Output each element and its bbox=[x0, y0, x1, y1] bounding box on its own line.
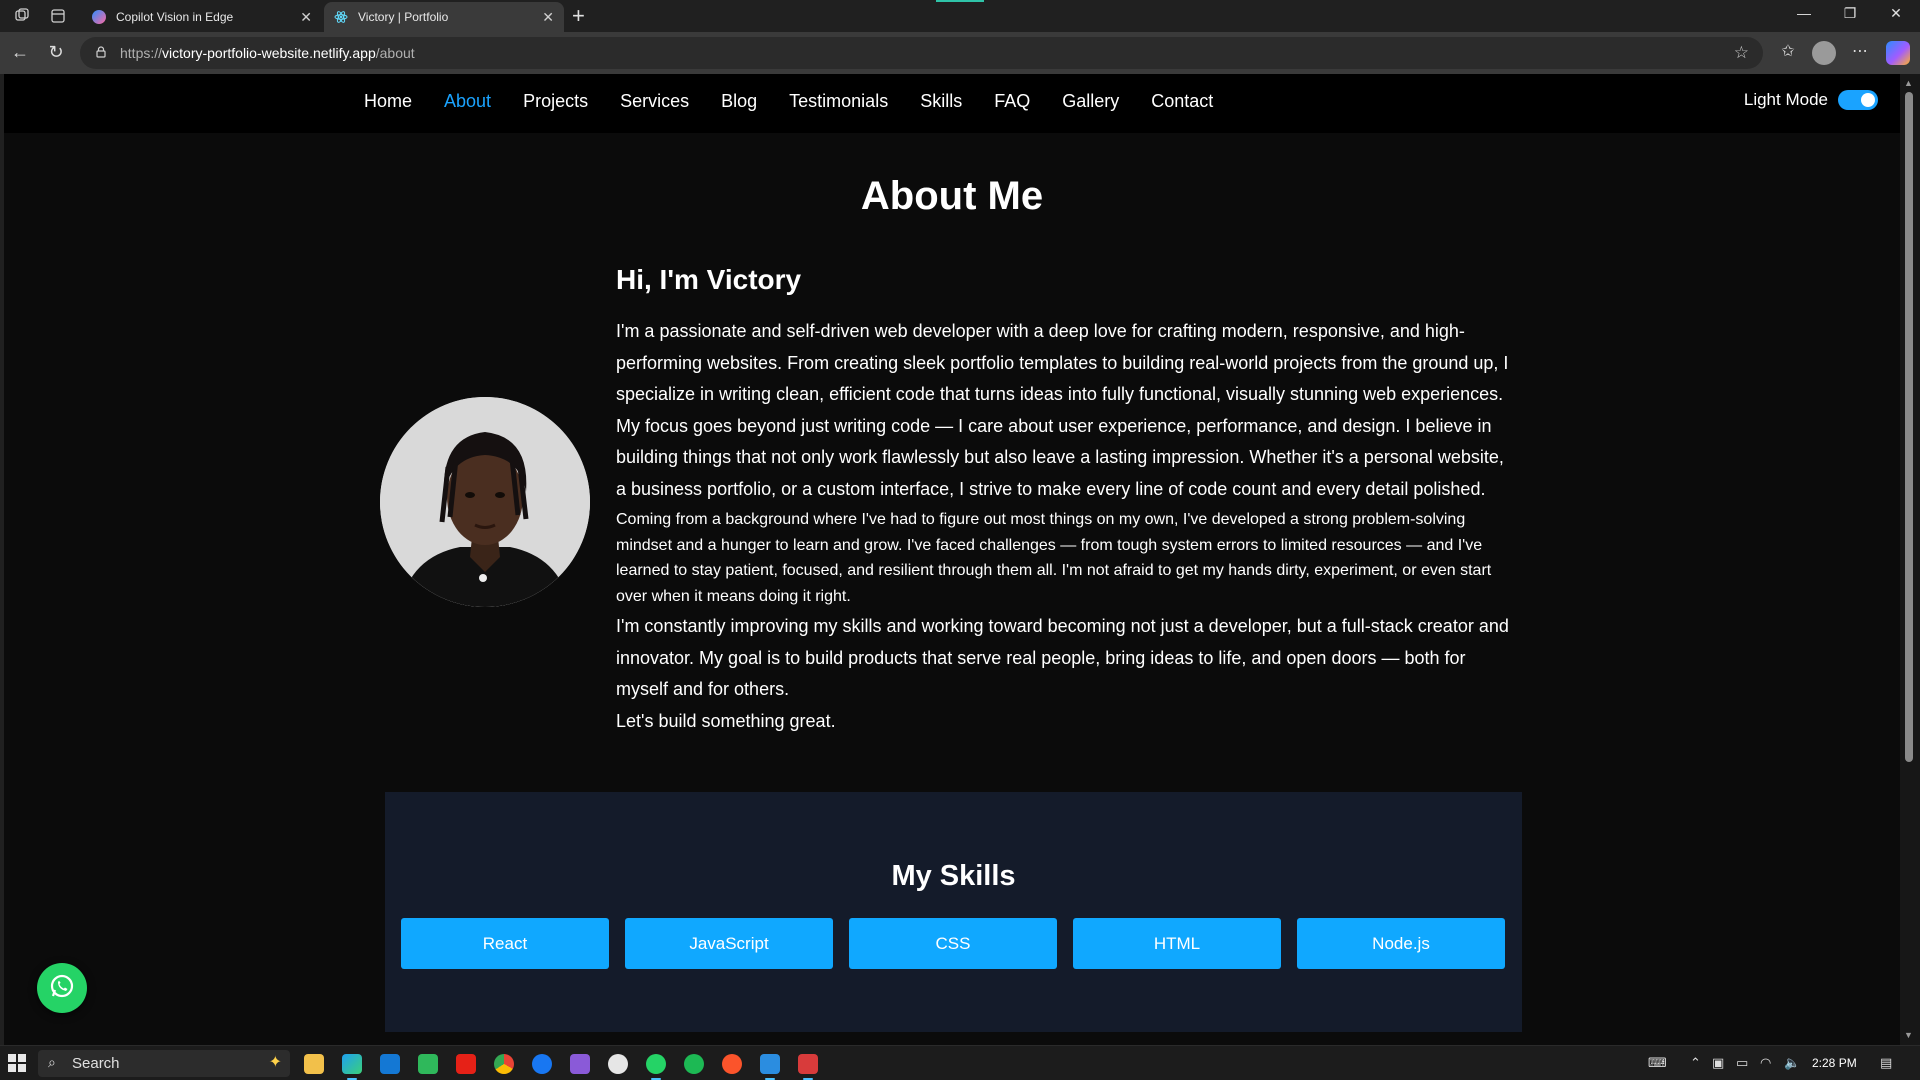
nav-contact[interactable]: Contact bbox=[1151, 91, 1213, 112]
page-title: About Me bbox=[860, 174, 1044, 218]
skill-css[interactable]: CSS bbox=[849, 918, 1057, 969]
url-path: /about bbox=[375, 45, 415, 61]
browser-tab-strip: Copilot Vision in Edge ✕ Victory | Portf… bbox=[0, 0, 1920, 32]
volume-icon[interactable]: 🔈 bbox=[1784, 1055, 1800, 1071]
nav-faq[interactable]: FAQ bbox=[994, 91, 1030, 112]
taskbar-clock[interactable]: 2:28 PM bbox=[1812, 1056, 1857, 1070]
app-icon[interactable] bbox=[798, 1054, 818, 1080]
restore-icon[interactable]: ❐ bbox=[1838, 5, 1862, 22]
search-icon: ⌕ bbox=[48, 1054, 56, 1070]
spotify-icon[interactable] bbox=[684, 1054, 704, 1074]
nav-blog[interactable]: Blog bbox=[721, 91, 757, 112]
search-placeholder: Search bbox=[72, 1055, 120, 1072]
toggle-knob bbox=[1861, 93, 1875, 107]
refresh-icon[interactable]: ↻ bbox=[44, 42, 68, 63]
taskbar-search[interactable]: ⌕ Search ✦ bbox=[38, 1050, 290, 1077]
url-scheme: https:// bbox=[120, 45, 163, 61]
close-tab-icon[interactable]: ✕ bbox=[300, 9, 312, 26]
more-menu-icon[interactable]: ⋯ bbox=[1848, 41, 1872, 61]
back-icon[interactable]: ← bbox=[8, 42, 32, 63]
about-paragraph: I'm constantly improving my skills and w… bbox=[616, 616, 1509, 699]
theme-switch: Light Mode bbox=[1744, 90, 1878, 110]
whatsapp-taskbar-icon[interactable] bbox=[646, 1054, 666, 1080]
outlook-icon[interactable] bbox=[380, 1054, 400, 1074]
edge-icon[interactable] bbox=[342, 1054, 362, 1080]
tab-title: Copilot Vision in Edge bbox=[116, 10, 234, 24]
skills-title: My Skills bbox=[891, 860, 1016, 892]
github-icon[interactable] bbox=[608, 1054, 628, 1074]
nav-projects[interactable]: Projects bbox=[523, 91, 588, 112]
skill-react[interactable]: React bbox=[401, 918, 609, 969]
notifications-icon[interactable]: ▤ bbox=[1880, 1055, 1892, 1071]
about-text: Hi, I'm Victory I'm a passionate and sel… bbox=[616, 264, 1516, 737]
windows-start-icon[interactable] bbox=[8, 1054, 26, 1072]
favorite-star-icon[interactable]: ☆ bbox=[1734, 43, 1749, 63]
tab-victory-portfolio[interactable]: Victory | Portfolio ✕ bbox=[324, 2, 564, 32]
tab-actions-icon[interactable] bbox=[48, 6, 68, 26]
facebook-icon[interactable] bbox=[532, 1054, 552, 1074]
minimize-icon[interactable]: — bbox=[1792, 5, 1816, 21]
chrome-icon[interactable] bbox=[494, 1054, 514, 1074]
closing-line: Let's build something great. bbox=[616, 710, 836, 731]
skill-html[interactable]: HTML bbox=[1073, 918, 1281, 969]
whatsapp-icon bbox=[48, 972, 76, 1005]
favorites-icon[interactable]: ✩ bbox=[1776, 41, 1800, 61]
nav-skills[interactable]: Skills bbox=[920, 91, 962, 112]
profile-photo bbox=[380, 397, 590, 607]
skill-javascript[interactable]: JavaScript bbox=[625, 918, 833, 969]
youtube-icon[interactable] bbox=[456, 1054, 476, 1074]
page-viewport: Home About Projects Services Blog Testim… bbox=[4, 74, 1900, 1045]
greeting-heading: Hi, I'm Victory bbox=[616, 264, 802, 295]
site-info-icon[interactable] bbox=[94, 45, 110, 61]
url-host: victory-portfolio-website.netlify.app bbox=[162, 45, 376, 61]
keyboard-icon[interactable]: ⌨ bbox=[1648, 1055, 1667, 1071]
page-scrollbar[interactable]: ▲ ▼ bbox=[1900, 74, 1920, 1045]
theme-toggle[interactable] bbox=[1838, 90, 1878, 110]
skills-panel: My Skills React JavaScript CSS HTML Node… bbox=[385, 792, 1522, 1032]
scroll-up-icon[interactable]: ▲ bbox=[1904, 78, 1913, 88]
battery-icon[interactable]: ▭ bbox=[1736, 1055, 1748, 1071]
whatsapp-button[interactable] bbox=[37, 963, 87, 1013]
workspaces-icon[interactable] bbox=[12, 6, 32, 26]
profile-avatar-icon[interactable] bbox=[1812, 41, 1836, 65]
copilot-favicon-icon bbox=[92, 10, 106, 24]
show-hidden-icons-icon[interactable]: ⌃ bbox=[1690, 1055, 1701, 1071]
nav-gallery[interactable]: Gallery bbox=[1062, 91, 1119, 112]
skill-nodejs[interactable]: Node.js bbox=[1297, 918, 1505, 969]
scroll-down-icon[interactable]: ▼ bbox=[1904, 1030, 1913, 1040]
windows-taskbar: ⌕ Search ✦ ⌨ ⌃ ▣ ▭ ◠ 🔈 2:28 PM ▤ bbox=[0, 1045, 1920, 1080]
copilot-icon[interactable] bbox=[1886, 41, 1910, 65]
device-icon[interactable]: ▣ bbox=[1712, 1055, 1724, 1071]
tab-title: Victory | Portfolio bbox=[358, 10, 449, 24]
skills-list: React JavaScript CSS HTML Node.js bbox=[401, 918, 1505, 969]
nav-links: Home About Projects Services Blog Testim… bbox=[364, 91, 1213, 112]
sparkle-icon: ✦ bbox=[268, 1054, 282, 1071]
theme-label: Light Mode bbox=[1743, 90, 1828, 109]
copilot-indicator bbox=[936, 0, 984, 2]
address-bar[interactable]: https://victory-portfolio-website.netlif… bbox=[80, 37, 1763, 69]
nav-services[interactable]: Services bbox=[620, 91, 689, 112]
close-tab-icon[interactable]: ✕ bbox=[542, 9, 554, 26]
about-paragraph: I'm a passionate and self-driven web dev… bbox=[616, 321, 1509, 404]
nav-home[interactable]: Home bbox=[364, 91, 412, 112]
address-toolbar: ← ↻ https://victory-portfolio-website.ne… bbox=[0, 32, 1920, 74]
nav-testimonials[interactable]: Testimonials bbox=[789, 91, 888, 112]
nav-about[interactable]: About bbox=[444, 91, 491, 112]
file-explorer-icon[interactable] bbox=[304, 1054, 324, 1074]
about-paragraph: My focus goes beyond just writing code —… bbox=[616, 415, 1504, 499]
scroll-thumb[interactable] bbox=[1905, 92, 1913, 762]
chat-app-icon[interactable] bbox=[418, 1054, 438, 1074]
photos-icon[interactable] bbox=[760, 1054, 780, 1080]
about-paragraph: Coming from a background where I've had … bbox=[616, 511, 1492, 605]
close-window-icon[interactable]: ✕ bbox=[1884, 5, 1908, 22]
site-navbar: Home About Projects Services Blog Testim… bbox=[4, 74, 1900, 133]
tab-copilot-vision[interactable]: Copilot Vision in Edge ✕ bbox=[82, 2, 322, 32]
wifi-icon[interactable]: ◠ bbox=[1760, 1055, 1771, 1071]
visual-studio-icon[interactable] bbox=[570, 1054, 590, 1074]
new-tab-button[interactable]: + bbox=[572, 4, 585, 28]
react-favicon-icon bbox=[334, 10, 348, 24]
brave-icon[interactable] bbox=[722, 1054, 742, 1074]
